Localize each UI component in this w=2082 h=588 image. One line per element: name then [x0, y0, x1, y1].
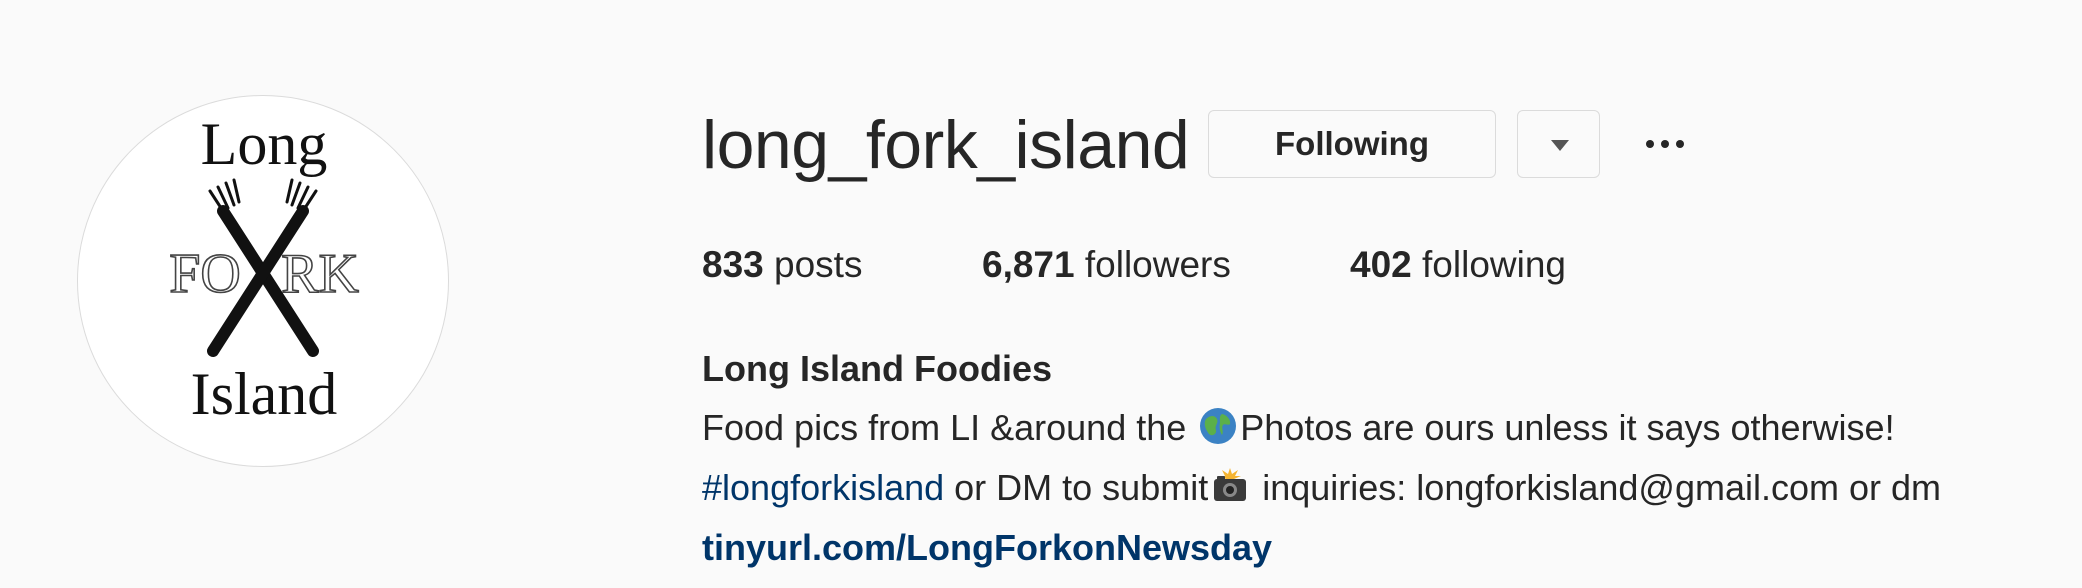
- bio-text: Photos are ours unless it says otherwise…: [1240, 407, 1895, 448]
- more-options-icon[interactable]: [1646, 128, 1684, 158]
- posts-label: posts: [774, 244, 863, 285]
- followers-label: followers: [1084, 244, 1231, 285]
- globe-emoji-icon: [1200, 408, 1237, 444]
- bio-text: Food pics from LI &around the: [702, 407, 1197, 448]
- hashtag-link[interactable]: #longforkisland: [702, 467, 944, 508]
- bio-website-link[interactable]: tinyurl.com/LongForkonNewsday: [702, 523, 1272, 573]
- posts-number: 833: [702, 244, 764, 285]
- following-number: 402: [1350, 244, 1412, 285]
- logo-text-right: RK: [281, 243, 359, 305]
- camera-flash-emoji-icon: [1214, 468, 1247, 501]
- posts-count: 833 posts: [702, 240, 862, 290]
- bio-line-1: Food pics from LI &around the Photos are…: [702, 403, 1895, 453]
- profile-avatar[interactable]: Long FO RK Island: [77, 95, 449, 467]
- chevron-down-icon: [1551, 140, 1569, 151]
- suggestions-dropdown-button[interactable]: [1517, 110, 1600, 178]
- logo-text-left: FO: [169, 243, 241, 305]
- bio-line-2: #longforkisland or DM to submit inquirie…: [702, 463, 1941, 513]
- following-count[interactable]: 402 following: [1350, 240, 1566, 290]
- profile-header: Long FO RK Island long_fork_island Follo…: [0, 0, 2082, 588]
- followers-number: 6,871: [982, 244, 1075, 285]
- logo-text-bottom: Island: [191, 361, 338, 427]
- following-button[interactable]: Following: [1208, 110, 1496, 178]
- profile-full-name: Long Island Foodies: [702, 348, 1052, 389]
- followers-count[interactable]: 6,871 followers: [982, 240, 1231, 290]
- bio-text: or DM to submit: [944, 467, 1209, 508]
- long-fork-island-logo: Long FO RK Island: [168, 111, 359, 427]
- following-label: following: [1422, 244, 1566, 285]
- logo-text-top: Long: [201, 111, 328, 177]
- username-heading: long_fork_island: [702, 107, 1190, 183]
- bio-text: inquiries: longforkisland@gmail.com or d…: [1252, 467, 1942, 508]
